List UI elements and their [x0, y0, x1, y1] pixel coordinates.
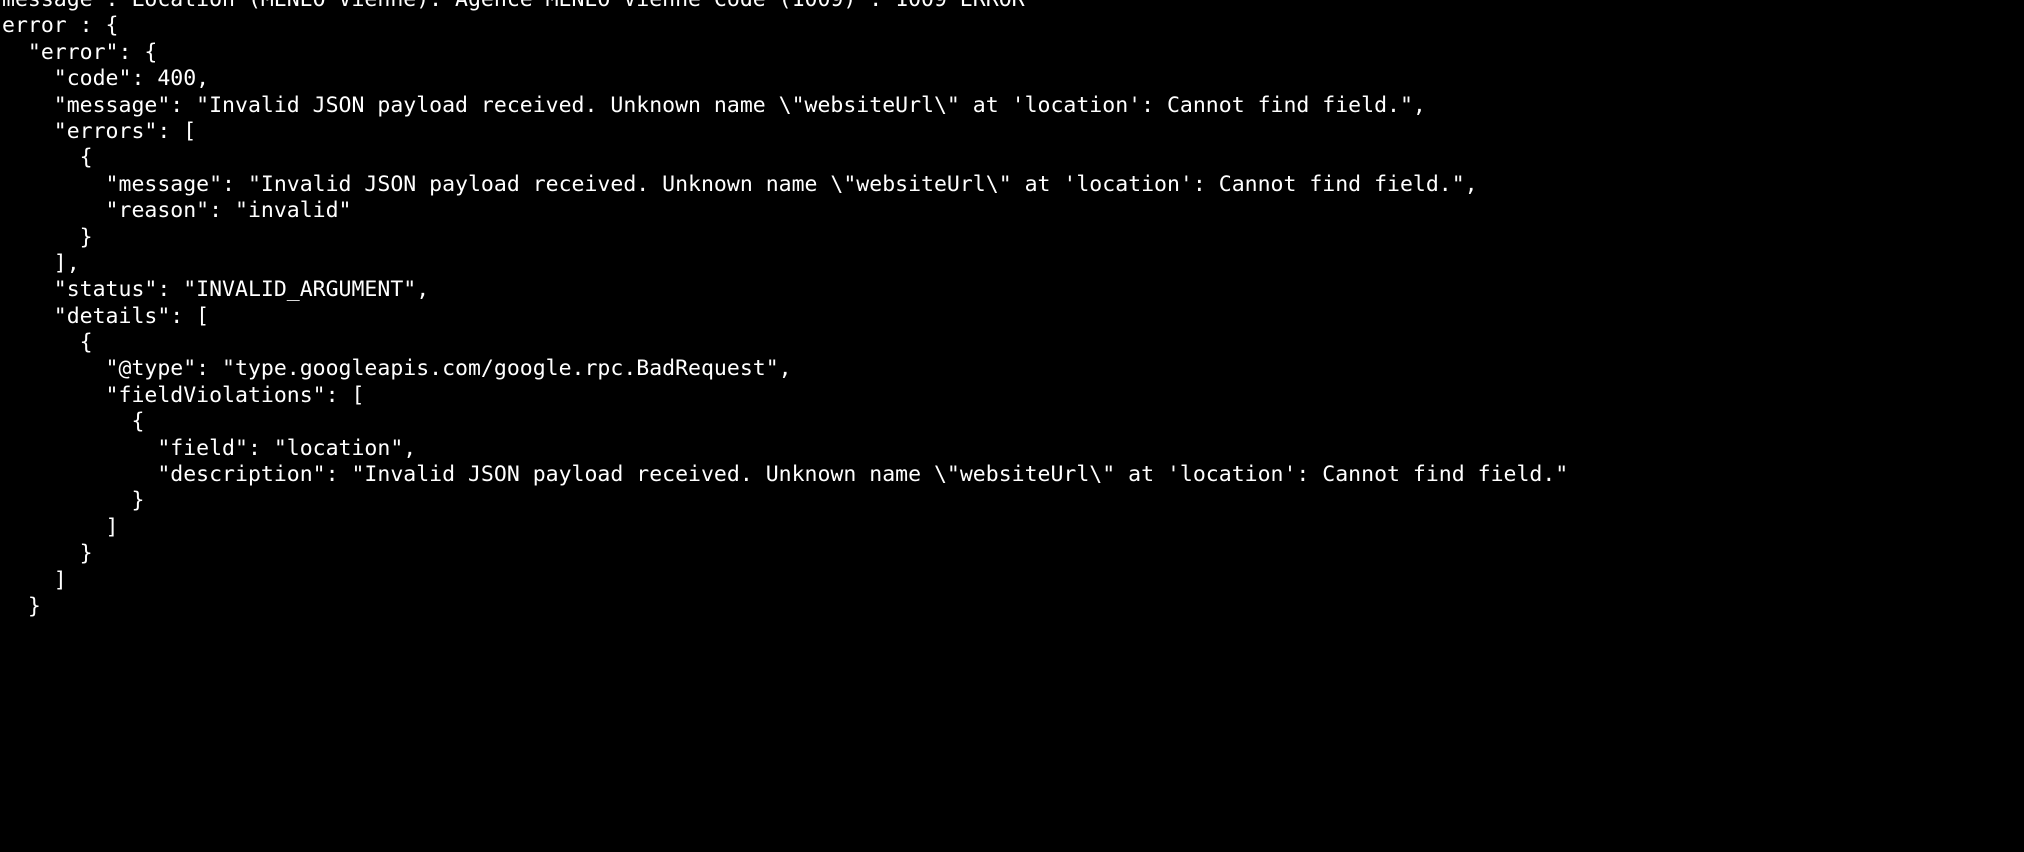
log-line: "status": "INVALID_ARGUMENT", — [2, 277, 430, 303]
log-line: { — [2, 409, 145, 435]
terminal-console[interactable]: message : Location (MENEO Vienne): Agenc… — [0, 0, 2024, 852]
log-line: } — [2, 593, 41, 619]
log-line: message : Location (MENEO Vienne): Agenc… — [2, 0, 1568, 13]
log-line: "description": "Invalid JSON payload rec… — [2, 462, 1569, 488]
log-line: "reason": "invalid" — [2, 198, 352, 224]
log-line: } — [2, 224, 93, 250]
log-line: "@type": "type.googleapis.com/google.rpc… — [2, 356, 792, 382]
log-line: "details": [ — [2, 303, 210, 329]
log-line: "field": "location", — [2, 435, 417, 461]
log-line: error : { — [2, 13, 119, 39]
log-line: ], — [2, 250, 80, 276]
log-line: { — [2, 330, 93, 356]
log-line: "message": "Invalid JSON payload receive… — [2, 92, 1426, 118]
log-line: ] — [2, 514, 119, 540]
log-line: { — [2, 145, 93, 171]
log-line: "message": "Invalid JSON payload receive… — [2, 171, 1478, 197]
log-line: "fieldViolations": [ — [2, 382, 365, 408]
log-line: } — [2, 488, 145, 514]
log-line: "code": 400, — [2, 66, 210, 92]
log-line: ] — [2, 567, 67, 593]
log-line: "errors": [ — [2, 118, 197, 144]
log-line: "error": { — [2, 39, 158, 65]
console-log-output: message : Location (MENEO Vienne): Agenc… — [0, 0, 1568, 620]
log-line: } — [2, 541, 93, 567]
